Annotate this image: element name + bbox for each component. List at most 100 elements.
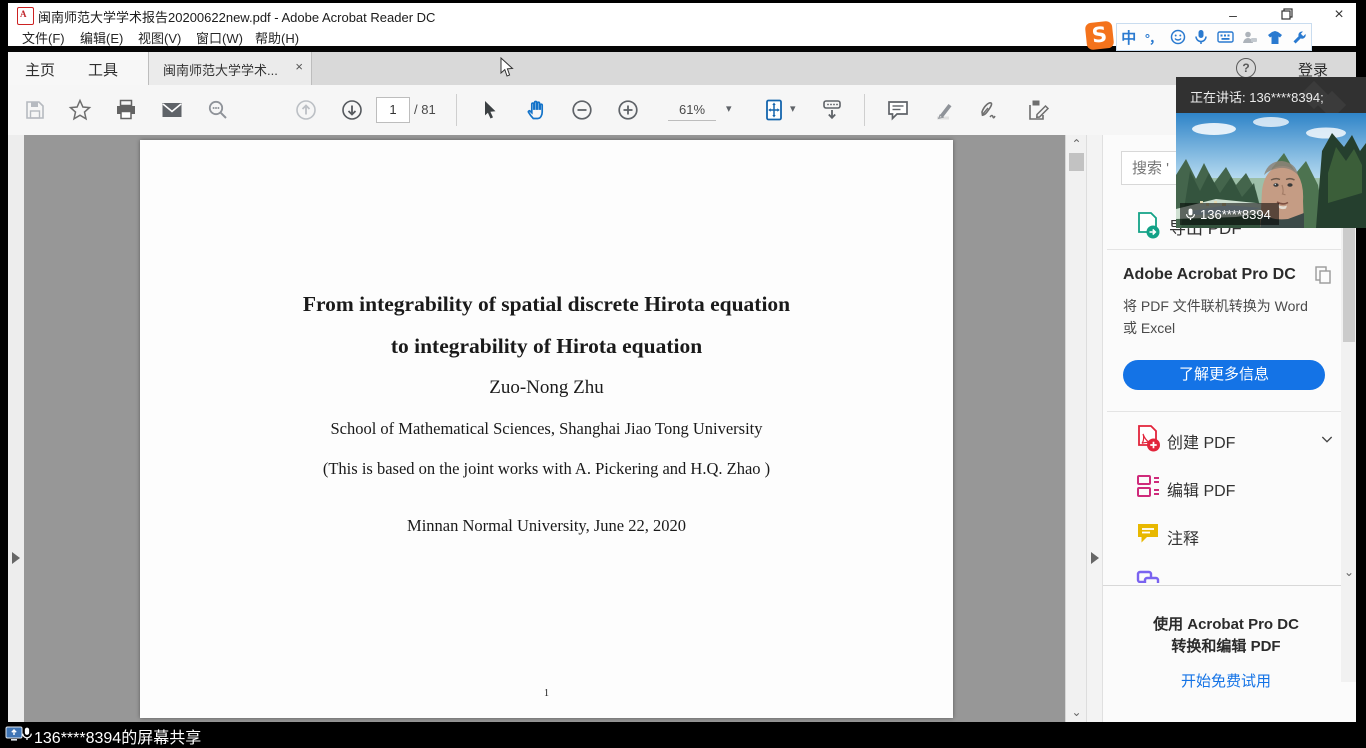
learn-more-button[interactable]: 了解更多信息 xyxy=(1123,360,1325,390)
copy-pages-icon xyxy=(1313,265,1333,285)
tool-edit-pdf[interactable]: 编辑 PDF xyxy=(1103,473,1349,503)
tab-tools[interactable]: 工具 xyxy=(88,59,118,80)
menu-help[interactable]: 帮助(H) xyxy=(255,28,299,47)
share-status-label: 136****8394的屏幕共享 xyxy=(34,724,201,748)
promo-body: 将 PDF 文件联机转换为 Word 或 Excel xyxy=(1123,295,1335,339)
combine-files-icon xyxy=(1135,569,1161,583)
mic-status-icon xyxy=(21,726,33,742)
scroll-up-icon[interactable]: ⌃ xyxy=(1066,137,1087,151)
highlight-icon[interactable] xyxy=(932,98,956,122)
hand-tool-icon[interactable] xyxy=(524,98,548,122)
chevron-down-icon[interactable] xyxy=(1319,431,1335,447)
sidebar-scroll-down-icon[interactable]: ⌄ xyxy=(1341,565,1356,579)
next-page-icon[interactable] xyxy=(340,98,364,122)
menu-window[interactable]: 窗口(W) xyxy=(196,28,243,47)
vertical-scrollbar[interactable]: ⌃ ⌄ xyxy=(1065,135,1087,722)
tool-partial[interactable] xyxy=(1103,569,1349,583)
sidebar-divider xyxy=(1103,585,1356,586)
tab-bar: 主页 工具 闽南师范大学学术... × ? 登录 xyxy=(8,52,1356,85)
email-icon[interactable] xyxy=(160,98,184,122)
sidebar-scrollbar[interactable]: ⌄ xyxy=(1341,227,1356,682)
tool-create-pdf-label: 创建 PDF xyxy=(1167,429,1235,453)
tab-document-label: 闽南师范大学学术... xyxy=(163,60,278,79)
screen-share-bar: 136****8394的屏幕共享 xyxy=(0,722,1366,746)
pdf-title-line1: From integrability of spatial discrete H… xyxy=(140,292,953,317)
select-tool-icon[interactable] xyxy=(478,98,502,122)
promo-body-line1: 将 PDF 文件联机转换为 Word xyxy=(1123,298,1308,314)
left-panel-strip xyxy=(8,135,25,722)
zoom-in-icon[interactable] xyxy=(616,98,640,122)
pdf-page: From integrability of spatial discrete H… xyxy=(140,140,953,718)
scrolling-mode-icon[interactable] xyxy=(820,98,844,122)
toolbar-divider xyxy=(456,94,457,126)
restore-icon xyxy=(1281,8,1293,20)
expand-left-panel-icon[interactable] xyxy=(12,552,20,564)
zoom-out-icon[interactable] xyxy=(570,98,594,122)
promo-title: Adobe Acrobat Pro DC xyxy=(1123,266,1296,284)
menu-file[interactable]: 文件(F) xyxy=(22,28,65,47)
sidebar-divider xyxy=(1107,411,1353,412)
tab-home[interactable]: 主页 xyxy=(25,59,55,80)
pdf-title-line2: to integrability of Hirota equation xyxy=(140,334,953,359)
mic-icon xyxy=(1185,207,1196,222)
zoom-level-value[interactable]: 61% xyxy=(668,102,716,121)
print-icon[interactable] xyxy=(114,98,138,122)
scrollbar-thumb[interactable] xyxy=(1069,153,1084,171)
account-icon[interactable] xyxy=(1242,30,1258,45)
ime-icons-box: 中 °， xyxy=(1116,23,1312,51)
tab-document[interactable]: 闽南师范大学学术... × xyxy=(148,52,312,85)
page-number-input[interactable]: 1 xyxy=(376,97,410,123)
scroll-down-icon[interactable]: ⌄ xyxy=(1066,705,1087,719)
edit-pdf-toolbar-icon[interactable] xyxy=(1026,98,1050,122)
comment-tool-icon xyxy=(1135,521,1161,547)
edit-pdf-icon xyxy=(1135,473,1161,499)
comment-icon[interactable] xyxy=(886,98,910,122)
tool-create-pdf[interactable]: 创建 PDF xyxy=(1103,425,1349,455)
emoji-icon[interactable] xyxy=(1170,29,1186,45)
sogou-logo-icon[interactable]: S xyxy=(1085,21,1115,51)
toolbar-divider xyxy=(864,94,865,126)
fit-page-caret-icon[interactable]: ▾ xyxy=(790,102,796,115)
skin-icon[interactable] xyxy=(1267,30,1283,45)
help-icon[interactable]: ? xyxy=(1236,58,1256,78)
participant-name: 136****8394 xyxy=(1200,207,1271,222)
main-toolbar: 1 / 81 61% ▾ ▾ xyxy=(8,85,1356,136)
menu-edit[interactable]: 编辑(E) xyxy=(80,28,123,47)
pdf-note: (This is based on the joint works with A… xyxy=(140,459,953,479)
participant-video[interactable]: 136****8394 xyxy=(1176,113,1366,228)
expand-right-panel-icon[interactable] xyxy=(1091,552,1099,564)
tool-comment[interactable]: 注释 xyxy=(1103,521,1349,551)
zoom-caret-icon[interactable]: ▾ xyxy=(726,102,732,115)
keyboard-icon[interactable] xyxy=(1217,30,1234,44)
export-pdf-icon xyxy=(1135,212,1161,240)
ime-punctuation-icon[interactable]: °， xyxy=(1145,28,1161,47)
previous-page-icon[interactable] xyxy=(294,98,318,122)
ime-mode-icon[interactable]: 中 xyxy=(1121,27,1136,48)
fit-page-icon[interactable] xyxy=(762,98,786,122)
menu-view[interactable]: 视图(V) xyxy=(138,28,181,47)
sidebar-divider xyxy=(1107,249,1353,250)
tab-close-icon[interactable]: × xyxy=(295,59,303,74)
speaking-banner: 正在讲话: 136****8394; xyxy=(1176,77,1366,113)
free-trial-link[interactable]: 开始免费试用 xyxy=(1103,670,1349,691)
close-button[interactable]: × xyxy=(1322,5,1356,25)
star-icon[interactable] xyxy=(68,98,92,122)
screen-edge xyxy=(1356,228,1366,746)
promo-body-line2: 或 Excel xyxy=(1123,320,1175,336)
pdf-affiliation: School of Mathematical Sciences, Shangha… xyxy=(140,419,953,439)
settings-wrench-icon[interactable] xyxy=(1292,30,1307,45)
pdf-page-number: 1 xyxy=(140,688,953,699)
tool-edit-pdf-label: 编辑 PDF xyxy=(1167,477,1235,501)
page-total-label: / 81 xyxy=(414,102,436,117)
participant-name-chip: 136****8394 xyxy=(1180,203,1279,225)
pdf-app-icon: A xyxy=(17,7,34,25)
voice-input-icon[interactable] xyxy=(1194,29,1208,45)
tool-comment-label: 注释 xyxy=(1167,525,1199,549)
right-panel-strip xyxy=(1086,135,1103,722)
fill-sign-icon[interactable] xyxy=(978,98,1002,122)
save-icon[interactable] xyxy=(23,98,47,122)
footer-line1: 使用 Acrobat Pro DC xyxy=(1103,613,1349,634)
sidebar-scrollbar-thumb[interactable] xyxy=(1343,227,1355,342)
pdf-app-icon-glyph: A xyxy=(20,9,27,19)
search-icon[interactable] xyxy=(206,98,230,122)
